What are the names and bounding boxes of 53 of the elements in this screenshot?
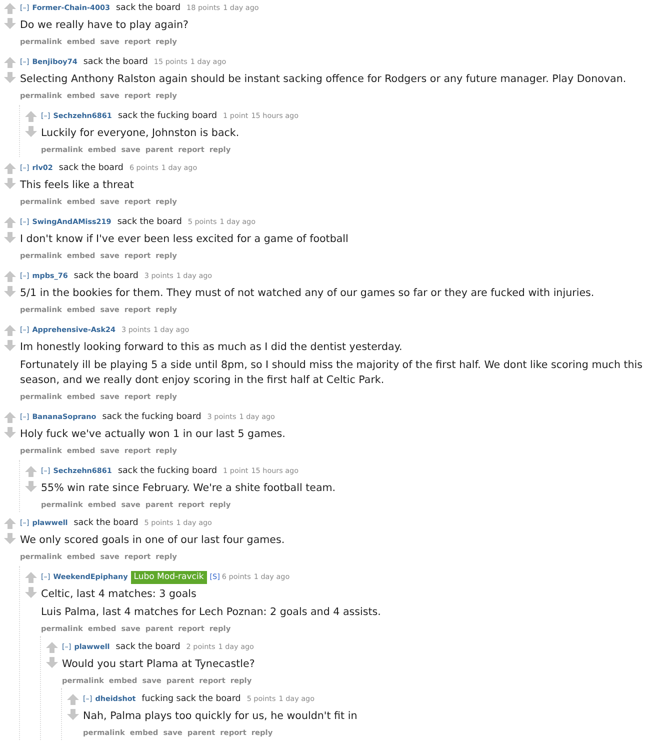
upvote-arrow-icon[interactable] xyxy=(4,3,16,14)
user-flair: sack the fucking board xyxy=(118,465,218,478)
comment-text: Do we really have to play again? xyxy=(20,18,190,33)
user-flair: sack the board xyxy=(74,517,138,530)
upvote-arrow-icon[interactable] xyxy=(4,271,16,282)
upvote-arrow-icon[interactable] xyxy=(4,412,16,423)
comment-text: We only scored goals in one of our last four games. xyxy=(20,533,286,548)
downvote-arrow-icon[interactable] xyxy=(46,657,58,668)
upvote-arrow-icon[interactable] xyxy=(4,325,16,336)
downvote-arrow-icon[interactable] xyxy=(4,178,16,189)
downvote-arrow-icon[interactable] xyxy=(4,427,16,438)
downvote-arrow-icon[interactable] xyxy=(25,126,37,137)
downvote-arrow-icon[interactable] xyxy=(4,232,16,243)
user-flair: sack the fucking board xyxy=(102,411,202,424)
user-flair: sack the board xyxy=(74,270,138,283)
user-flair: sack the fucking board xyxy=(118,110,218,123)
comment-text: I don't know if I've ever been less excited for a game of football xyxy=(20,232,350,247)
user-flair: sack the board xyxy=(117,216,182,229)
comment-text: 5/1 in the bookies for them. They must of not watched any of our games so far or they are fucked with injuries. xyxy=(20,286,596,301)
comment-text: 55% win rate since February. We're a shite football team. xyxy=(41,481,337,496)
downvote-arrow-icon[interactable] xyxy=(4,72,16,83)
downvote-arrow-icon[interactable] xyxy=(4,18,16,29)
comment-text: Holy fuck we've actually won 1 in our last 5 games. xyxy=(20,427,286,442)
comment-text: Luis Palma, last 4 matches for Lech Poznan: 2 goals and 4 assists. xyxy=(41,605,382,620)
user-flair: fucking sack the board xyxy=(142,693,241,706)
user-flair: sack the board xyxy=(116,641,180,654)
downvote-arrow-icon[interactable] xyxy=(25,587,37,598)
user-flair: sack the board xyxy=(116,2,181,15)
comment-text: Celtic, last 4 matches: 3 goals xyxy=(41,587,198,602)
comment-text: This feels like a threat xyxy=(20,178,135,193)
downvote-arrow-icon[interactable] xyxy=(67,709,79,720)
upvote-arrow-icon[interactable] xyxy=(4,518,16,529)
downvote-arrow-icon[interactable] xyxy=(4,340,16,351)
comment-text: Im honestly looking forward to this as much as I did the dentist yesterday. xyxy=(20,340,404,355)
upvote-arrow-icon[interactable] xyxy=(67,694,79,705)
upvote-arrow-icon[interactable] xyxy=(25,111,37,122)
upvote-arrow-icon[interactable] xyxy=(25,466,37,477)
upvote-arrow-icon[interactable] xyxy=(46,642,58,653)
upvote-arrow-icon[interactable] xyxy=(4,57,16,68)
upvote-arrow-icon[interactable] xyxy=(4,163,16,174)
downvote-arrow-icon[interactable] xyxy=(25,481,37,492)
downvote-arrow-icon[interactable] xyxy=(4,286,16,297)
comment-text: Nah, Palma plays too quickly for us, he wouldn't fit in xyxy=(83,709,358,724)
comment-text: Would you start Plama at Tynecastle? xyxy=(62,657,256,672)
user-flair-badge: Lubo Mod-ravcik xyxy=(130,570,207,584)
comment-text: Luckily for everyone, Johnston is back. xyxy=(41,126,240,141)
upvote-arrow-icon[interactable] xyxy=(4,217,16,228)
downvote-arrow-icon[interactable] xyxy=(4,533,16,544)
user-flair: sack the board xyxy=(83,56,148,69)
upvote-arrow-icon[interactable] xyxy=(25,572,37,583)
comment-text: Selecting Anthony Ralston again should be instant sacking offence for Rodgers or any future manager. Play Donovan. xyxy=(20,72,628,87)
comment-text: Fortunately ill be playing 5 a side until 8pm, so I should miss the majority of the first half. We dont like scoring much this season, and we really dont enjoy scoring in the first half at Celtic Park. xyxy=(20,358,644,388)
user-flair: sack the board xyxy=(58,162,124,175)
